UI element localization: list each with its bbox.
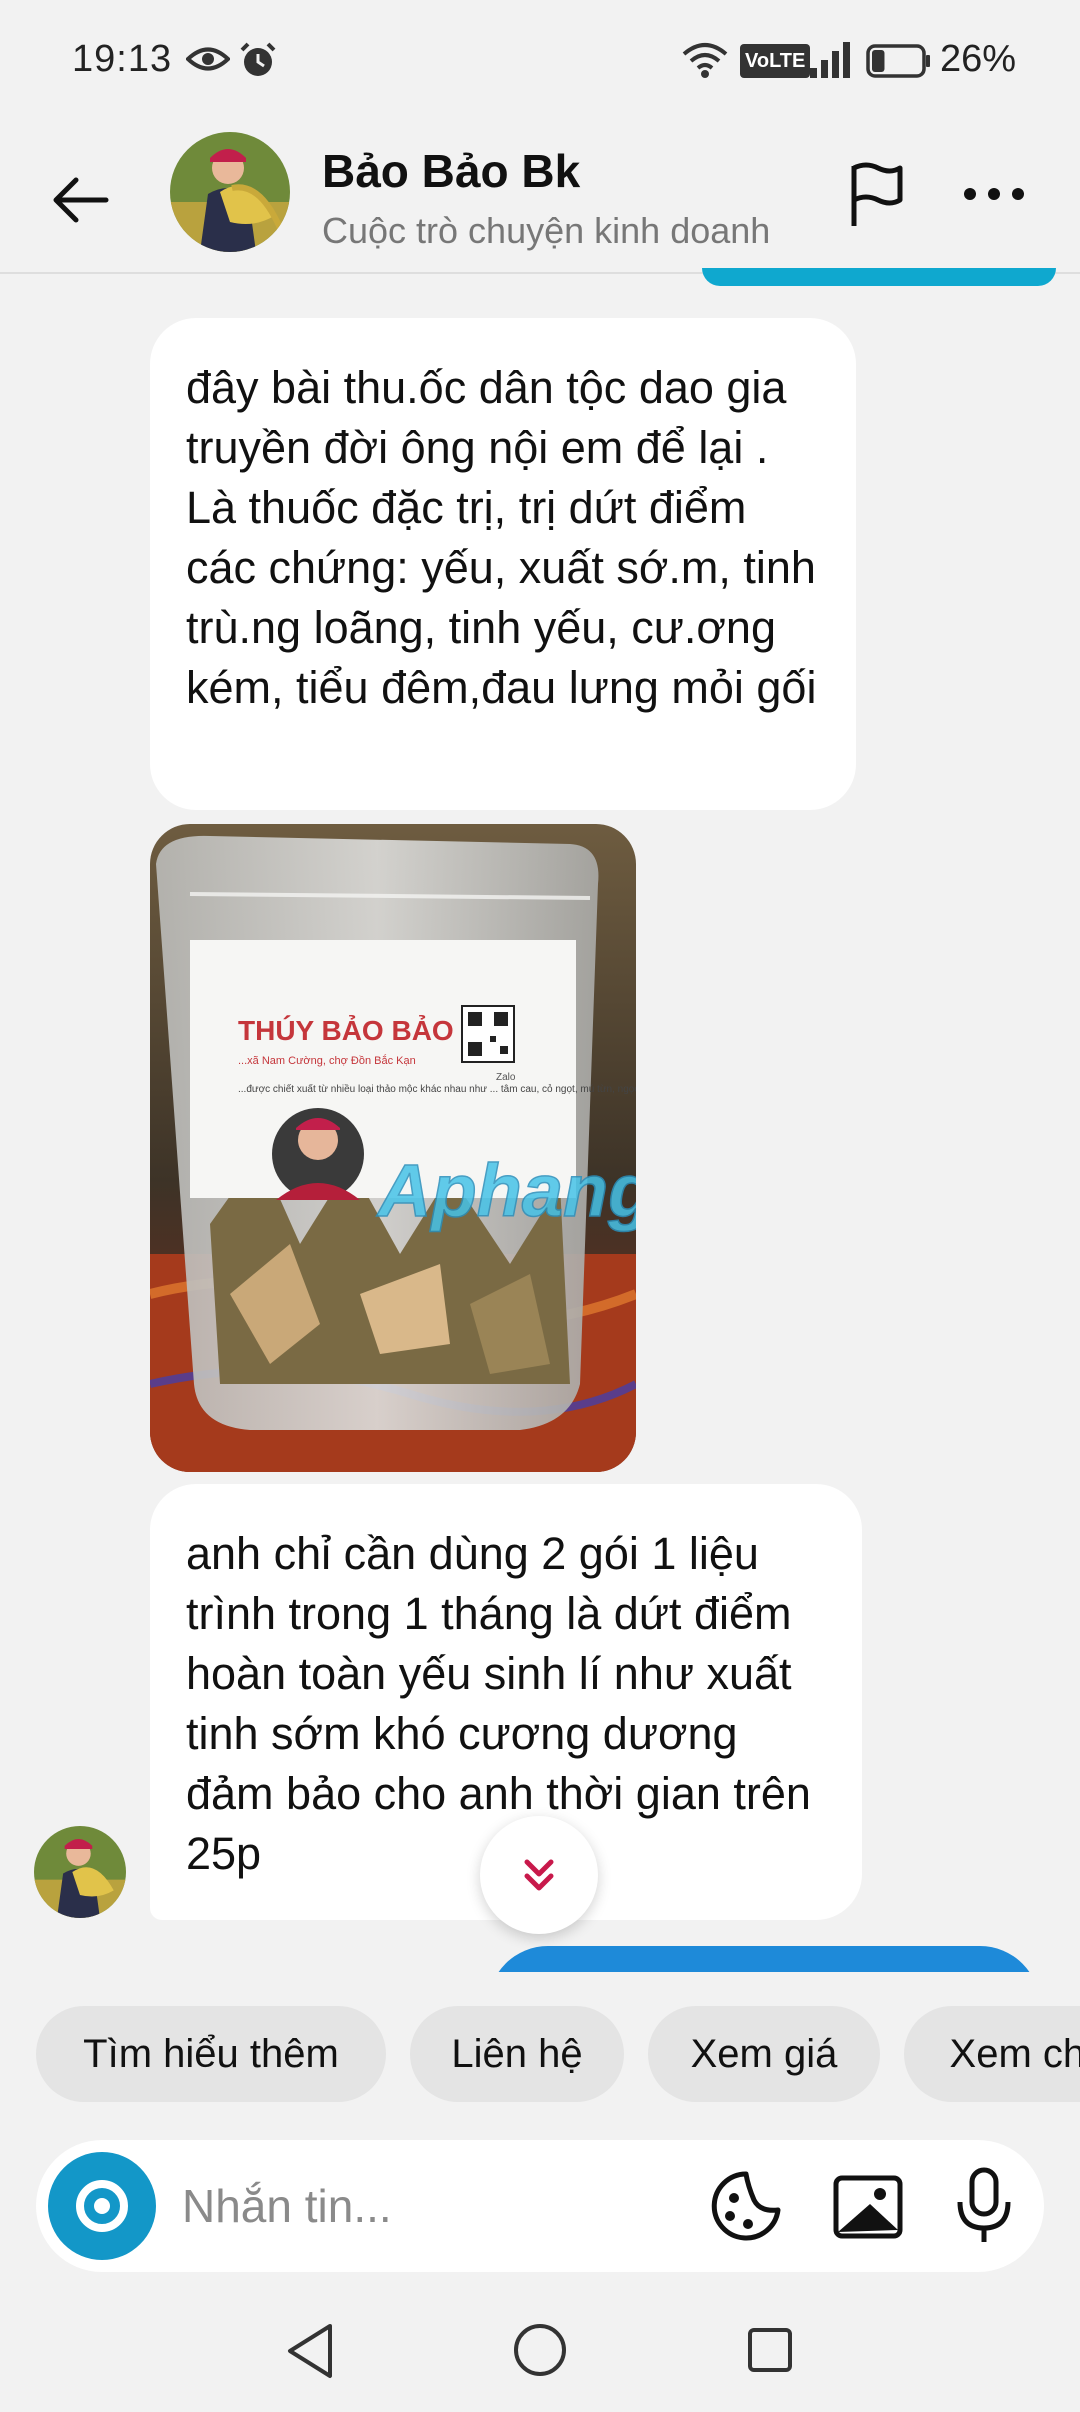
nav-home-icon[interactable] xyxy=(512,2322,568,2378)
quick-replies-bar: Tìm hiểu thêm Liên hệ Xem giá Xem chi ti… xyxy=(0,2006,1080,2106)
message-input[interactable] xyxy=(182,2170,682,2242)
eye-icon xyxy=(186,47,230,71)
quick-reply-learn-more[interactable]: Tìm hiểu thêm xyxy=(36,2006,386,2102)
status-bar: 19:13 VoLTE 26% xyxy=(0,0,1080,124)
chat-header: Bảo Bảo Bk Cuộc trò chuyện kinh doanh xyxy=(0,124,1080,274)
nav-recent-icon[interactable] xyxy=(746,2326,794,2374)
incoming-message[interactable]: đây bài thu.ốc dân tộc dao gia truyền đờ… xyxy=(150,318,856,810)
product-photo[interactable]: THÚY BẢO BẢO Zalo ...xã Nam Cường, chợ Đ… xyxy=(150,824,636,1472)
volte-badge: VoLTE xyxy=(740,44,811,78)
scroll-to-bottom-button[interactable] xyxy=(480,1816,598,1934)
label-address: ...xã Nam Cường, chợ Đồn Bắc Kạn xyxy=(238,1054,416,1067)
flag-icon[interactable] xyxy=(836,154,916,234)
sender-avatar[interactable] xyxy=(34,1826,126,1918)
contact-avatar[interactable] xyxy=(170,132,290,252)
battery-icon xyxy=(866,44,930,78)
back-arrow-icon[interactable] xyxy=(44,162,120,238)
wifi-icon xyxy=(682,43,728,78)
label-body: ...được chiết xuất từ nhiều loại thảo mộ… xyxy=(238,1083,636,1095)
battery-percent: 26% xyxy=(940,38,1017,80)
chevron-double-down-icon xyxy=(524,1859,554,1891)
outgoing-message-partial xyxy=(702,268,1056,286)
quick-reply-see-price[interactable]: Xem giá xyxy=(648,2006,880,2102)
mic-icon[interactable] xyxy=(946,2166,1022,2246)
signal-icon xyxy=(810,42,850,78)
sticker-icon[interactable] xyxy=(708,2168,784,2244)
label-title: THÚY BẢO BẢO xyxy=(238,1014,454,1046)
chat-screen: 19:13 VoLTE 26% Bảo Bảo Bk Cuộc trò chuy… xyxy=(0,0,1080,2412)
alarm-icon xyxy=(240,42,276,76)
conversation-type-label: Cuộc trò chuyện kinh doanh xyxy=(322,210,771,251)
contact-name[interactable]: Bảo Bảo Bk xyxy=(322,144,580,198)
more-icon[interactable] xyxy=(954,154,1034,234)
watermark-text: Aphang xyxy=(376,1149,636,1232)
camera-icon xyxy=(76,2180,128,2232)
message-composer xyxy=(36,2140,1044,2272)
gallery-icon[interactable] xyxy=(830,2168,906,2244)
label-qr-caption: Zalo xyxy=(496,1072,516,1083)
camera-button[interactable] xyxy=(48,2152,156,2260)
status-time: 19:13 xyxy=(72,38,173,80)
quick-reply-contact[interactable]: Liên hệ xyxy=(410,2006,624,2102)
quick-reply-see-details[interactable]: Xem chi tiết xyxy=(904,2006,1080,2102)
nav-back-icon[interactable] xyxy=(282,2320,340,2382)
